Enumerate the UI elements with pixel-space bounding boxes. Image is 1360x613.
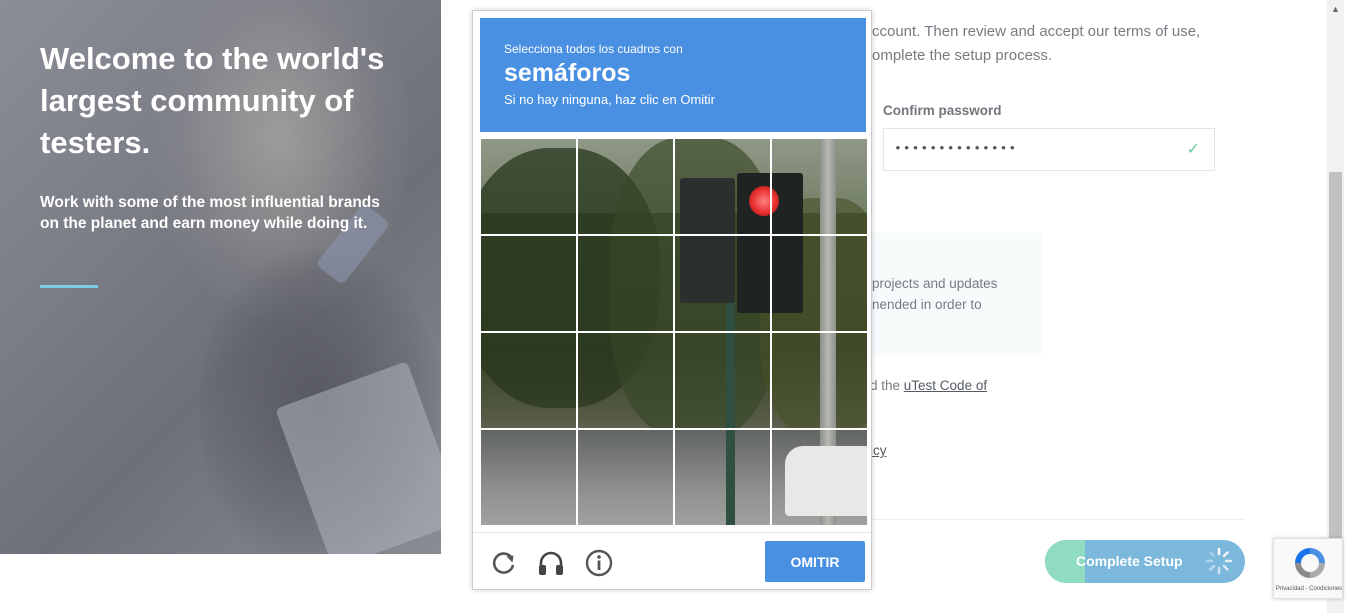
- loading-spinner-icon: [1205, 547, 1233, 575]
- captcha-tile[interactable]: [577, 138, 674, 235]
- confirm-password-value: ••••••••••••••: [894, 141, 1018, 156]
- captcha-target-object: semáforos: [504, 59, 631, 87]
- captcha-tile[interactable]: [480, 332, 577, 429]
- page-root: Welcome to the world's largest community…: [0, 0, 1360, 613]
- captcha-tile[interactable]: [674, 429, 771, 525]
- captcha-tile[interactable]: [480, 429, 577, 525]
- confirm-password-field[interactable]: •••••••••••••• ✓: [883, 128, 1215, 171]
- recaptcha-badge[interactable]: Privacidad - Condiciones: [1273, 538, 1343, 599]
- hero-panel: Welcome to the world's largest community…: [0, 0, 441, 554]
- captcha-tile[interactable]: [674, 332, 771, 429]
- recaptcha-logo-icon: [1295, 548, 1325, 578]
- captcha-challenge: Selecciona todos los cuadros con semáfor…: [472, 10, 872, 590]
- captcha-instruction: Selecciona todos los cuadros con: [504, 42, 683, 56]
- captcha-tile[interactable]: [577, 332, 674, 429]
- check-icon: ✓: [1186, 141, 1200, 158]
- hero-subtitle: Work with some of the most influential b…: [40, 194, 380, 232]
- captcha-tile[interactable]: [771, 235, 867, 332]
- captcha-tile[interactable]: [771, 332, 867, 429]
- captcha-footer-divider: [473, 532, 871, 533]
- captcha-tile[interactable]: [577, 235, 674, 332]
- captcha-tile[interactable]: [577, 429, 674, 525]
- complete-setup-button[interactable]: Complete Setup: [1045, 540, 1245, 583]
- captcha-tile[interactable]: [771, 429, 867, 525]
- privacy-text: icy: [870, 443, 887, 458]
- confirm-password-label: Confirm password: [883, 103, 1002, 118]
- captcha-image-grid: [480, 138, 867, 525]
- complete-setup-label: Complete Setup: [1076, 553, 1183, 569]
- notice-text: projects and updates nended in order to: [872, 276, 998, 312]
- terms-text: d the uTest Code of: [870, 378, 987, 393]
- code-of-conduct-link[interactable]: uTest Code of: [904, 378, 987, 393]
- privacy-policy-link[interactable]: icy: [870, 443, 887, 458]
- terms-prefix: d the: [870, 378, 904, 393]
- hero-title: Welcome to the world's largest community…: [40, 41, 385, 160]
- captcha-tile[interactable]: [771, 138, 867, 235]
- captcha-tile[interactable]: [480, 138, 577, 235]
- hero-accent-rule: [40, 285, 98, 288]
- reload-icon[interactable]: [489, 548, 519, 578]
- page-scrollbar[interactable]: ▲: [1327, 0, 1344, 613]
- notifications-notice: projects and updates nended in order to: [866, 233, 1042, 355]
- audio-icon[interactable]: [536, 548, 566, 578]
- captcha-tile[interactable]: [674, 235, 771, 332]
- form-divider: [872, 519, 1244, 520]
- captcha-header: Selecciona todos los cuadros con semáfor…: [480, 18, 866, 132]
- badge-privacy-terms[interactable]: Privacidad - Condiciones: [1274, 586, 1344, 592]
- captcha-hint: Si no hay ninguna, haz clic en Omitir: [504, 92, 715, 107]
- skip-button[interactable]: OMITIR: [765, 541, 865, 582]
- info-icon[interactable]: [584, 548, 614, 578]
- captcha-tile[interactable]: [480, 235, 577, 332]
- form-intro-text: ccount. Then review and accept our terms…: [872, 23, 1201, 64]
- scroll-up-arrow-icon[interactable]: ▲: [1331, 4, 1340, 14]
- captcha-tile[interactable]: [674, 138, 771, 235]
- scroll-thumb[interactable]: [1329, 172, 1342, 542]
